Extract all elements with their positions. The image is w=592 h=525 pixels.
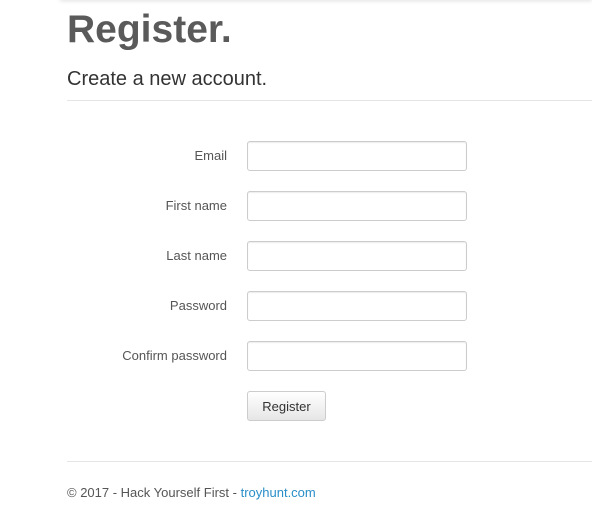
last-name-label: Last name — [166, 248, 227, 263]
footer: © 2017 - Hack Yourself First - troyhunt.… — [67, 485, 316, 500]
email-label: Email — [194, 148, 227, 163]
page-title: Register. — [67, 8, 232, 51]
first-name-label: First name — [165, 198, 227, 213]
password-input[interactable] — [247, 291, 467, 321]
first-name-input[interactable] — [247, 191, 467, 221]
confirm-password-label: Confirm password — [122, 348, 227, 363]
troyhunt-link[interactable]: troyhunt.com — [241, 485, 316, 500]
confirm-password-input[interactable] — [247, 341, 467, 371]
footer-divider — [67, 461, 592, 462]
footer-text: © 2017 - Hack Yourself First - — [67, 485, 241, 500]
page-subtitle: Create a new account. — [67, 68, 268, 90]
email-input[interactable] — [247, 141, 467, 171]
last-name-input[interactable] — [247, 241, 467, 271]
password-label: Password — [169, 298, 227, 313]
divider — [67, 100, 592, 101]
register-button[interactable]: Register — [247, 391, 326, 421]
